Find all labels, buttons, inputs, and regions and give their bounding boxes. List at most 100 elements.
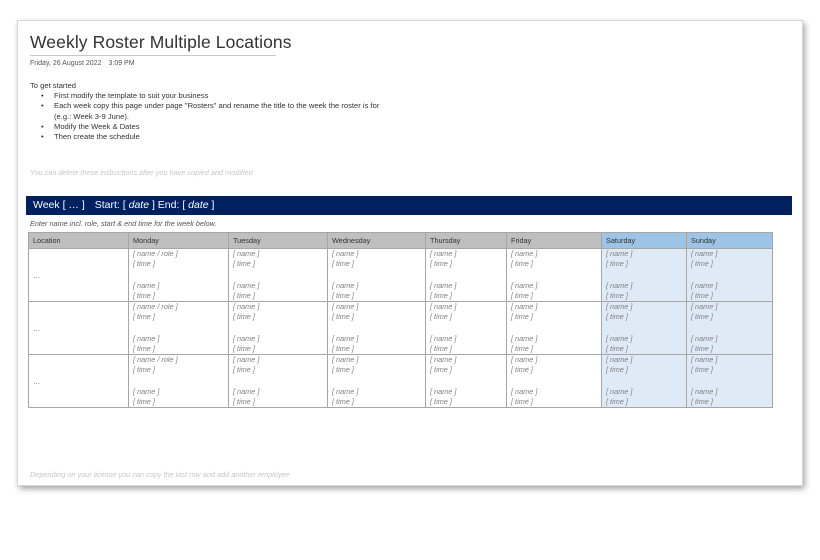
shift-cell-friday[interactable]: [ name ][ time ][ name ][ time ]: [506, 248, 602, 302]
time-placeholder: [ time ]: [332, 291, 354, 300]
name-placeholder: [ name ]: [133, 387, 160, 396]
week-bar[interactable]: Week [ … ] Start: [ date ] End: [ date ]: [26, 196, 792, 215]
name-placeholder: [ name ]: [332, 249, 359, 258]
name-placeholder: [ name ]: [511, 355, 538, 364]
time-placeholder: [ time ]: [691, 397, 713, 406]
time-placeholder: [ time ]: [332, 312, 354, 321]
time-placeholder: [ time ]: [606, 291, 628, 300]
shift-cell-friday[interactable]: [ name ][ time ][ name ][ time ]: [506, 301, 602, 355]
end-date-value[interactable]: date: [188, 199, 208, 211]
name-placeholder: [ name ]: [606, 249, 633, 258]
end-label: ] End: [: [151, 199, 186, 211]
shift-cell-tuesday[interactable]: [ name ][ time ][ name ][ time ]: [228, 301, 328, 355]
name-placeholder: [ name ]: [691, 281, 718, 290]
name-placeholder: [ name ]: [691, 334, 718, 343]
name-placeholder: [ name ]: [430, 387, 457, 396]
shift-cell-wednesday[interactable]: [ name ][ time ][ name ][ time ]: [327, 354, 426, 408]
instruction-item: Then create the schedule: [41, 132, 379, 142]
name-placeholder: [ name ]: [233, 355, 260, 364]
shift-cell-sunday[interactable]: [ name ][ time ][ name ][ time ]: [686, 248, 773, 302]
name-placeholder: [ name ]: [606, 355, 633, 364]
name-placeholder: [ name ]: [430, 355, 457, 364]
column-header-friday: Friday: [506, 232, 602, 249]
time-placeholder: [ time ]: [511, 365, 533, 374]
name-role-placeholder: [ name / role ]: [133, 249, 178, 258]
name-placeholder: [ name ]: [430, 249, 457, 258]
note-page: Weekly Roster Multiple Locations Friday,…: [17, 20, 803, 486]
time-placeholder: [ time ]: [606, 344, 628, 353]
time-placeholder: [ time ]: [511, 291, 533, 300]
time-placeholder: [ time ]: [430, 259, 452, 268]
column-header-wednesday: Wednesday: [327, 232, 426, 249]
shift-cell-saturday[interactable]: [ name ][ time ][ name ][ time ]: [601, 301, 687, 355]
instructions[interactable]: To get started First modify the template…: [30, 81, 379, 142]
instructions-heading: To get started: [30, 81, 77, 90]
shift-cell-wednesday[interactable]: [ name ][ time ][ name ][ time ]: [327, 248, 426, 302]
time-placeholder: [ time ]: [133, 312, 155, 321]
page-time: 3:09 PM: [108, 60, 135, 67]
time-placeholder: [ time ]: [511, 344, 533, 353]
name-placeholder: [ name ]: [233, 334, 260, 343]
time-placeholder: [ time ]: [511, 259, 533, 268]
shift-cell-tuesday[interactable]: [ name ][ time ][ name ][ time ]: [228, 248, 328, 302]
shift-cell-sunday[interactable]: [ name ][ time ][ name ][ time ]: [686, 354, 773, 408]
table-row: …[ name / role ][ time ][ name ][ time ]…: [28, 354, 773, 408]
shift-cell-monday[interactable]: [ name / role ][ time ][ name ][ time ]: [128, 301, 229, 355]
end-bracket: ]: [211, 199, 215, 211]
shift-cell-saturday[interactable]: [ name ][ time ][ name ][ time ]: [601, 248, 687, 302]
start-label: Start: [: [94, 199, 126, 211]
footer-note: Depending on your license you can copy t…: [30, 470, 290, 479]
location-cell[interactable]: …: [28, 301, 129, 355]
name-placeholder: [ name ]: [511, 334, 538, 343]
shift-cell-saturday[interactable]: [ name ][ time ][ name ][ time ]: [601, 354, 687, 408]
start-date-value[interactable]: date: [129, 199, 149, 211]
page-date: Friday, 26 August 2022: [30, 60, 102, 67]
time-placeholder: [ time ]: [691, 344, 713, 353]
shift-cell-thursday[interactable]: [ name ][ time ][ name ][ time ]: [425, 248, 507, 302]
time-placeholder: [ time ]: [133, 344, 155, 353]
time-placeholder: [ time ]: [430, 312, 452, 321]
column-header-monday: Monday: [128, 232, 229, 249]
name-role-placeholder: [ name / role ]: [133, 355, 178, 364]
name-placeholder: [ name ]: [691, 387, 718, 396]
name-placeholder: [ name ]: [332, 281, 359, 290]
name-role-placeholder: [ name / role ]: [133, 302, 178, 311]
time-placeholder: [ time ]: [233, 259, 255, 268]
column-header-thursday: Thursday: [425, 232, 507, 249]
time-placeholder: [ time ]: [430, 291, 452, 300]
shift-cell-friday[interactable]: [ name ][ time ][ name ][ time ]: [506, 354, 602, 408]
name-placeholder: [ name ]: [430, 281, 457, 290]
page-date-time: Friday, 26 August 2022 3:09 PM: [30, 60, 135, 67]
time-placeholder: [ time ]: [606, 312, 628, 321]
shift-cell-wednesday[interactable]: [ name ][ time ][ name ][ time ]: [327, 301, 426, 355]
location-cell[interactable]: …: [28, 248, 129, 302]
time-placeholder: [ time ]: [233, 365, 255, 374]
name-placeholder: [ name ]: [233, 387, 260, 396]
page-title[interactable]: Weekly Roster Multiple Locations: [30, 32, 292, 53]
shift-cell-sunday[interactable]: [ name ][ time ][ name ][ time ]: [686, 301, 773, 355]
name-placeholder: [ name ]: [430, 334, 457, 343]
shift-cell-monday[interactable]: [ name / role ][ time ][ name ][ time ]: [128, 354, 229, 408]
shift-cell-tuesday[interactable]: [ name ][ time ][ name ][ time ]: [228, 354, 328, 408]
name-placeholder: [ name ]: [332, 355, 359, 364]
time-placeholder: [ time ]: [430, 344, 452, 353]
name-placeholder: [ name ]: [691, 249, 718, 258]
entry-note: Enter name incl. role, start & end time …: [30, 219, 217, 228]
column-header-tuesday: Tuesday: [228, 232, 328, 249]
location-cell[interactable]: …: [28, 354, 129, 408]
shift-cell-thursday[interactable]: [ name ][ time ][ name ][ time ]: [425, 301, 507, 355]
time-placeholder: [ time ]: [233, 344, 255, 353]
instructions-list: First modify the template to suit your b…: [30, 91, 379, 142]
name-placeholder: [ name ]: [233, 281, 260, 290]
time-placeholder: [ time ]: [332, 365, 354, 374]
shift-cell-thursday[interactable]: [ name ][ time ][ name ][ time ]: [425, 354, 507, 408]
time-placeholder: [ time ]: [332, 259, 354, 268]
time-placeholder: [ time ]: [332, 397, 354, 406]
shift-cell-monday[interactable]: [ name / role ][ time ][ name ][ time ]: [128, 248, 229, 302]
time-placeholder: [ time ]: [133, 291, 155, 300]
instruction-note: You can delete these instructions after …: [30, 168, 253, 177]
name-placeholder: [ name ]: [511, 249, 538, 258]
name-placeholder: [ name ]: [332, 387, 359, 396]
name-placeholder: [ name ]: [691, 355, 718, 364]
name-placeholder: [ name ]: [430, 302, 457, 311]
